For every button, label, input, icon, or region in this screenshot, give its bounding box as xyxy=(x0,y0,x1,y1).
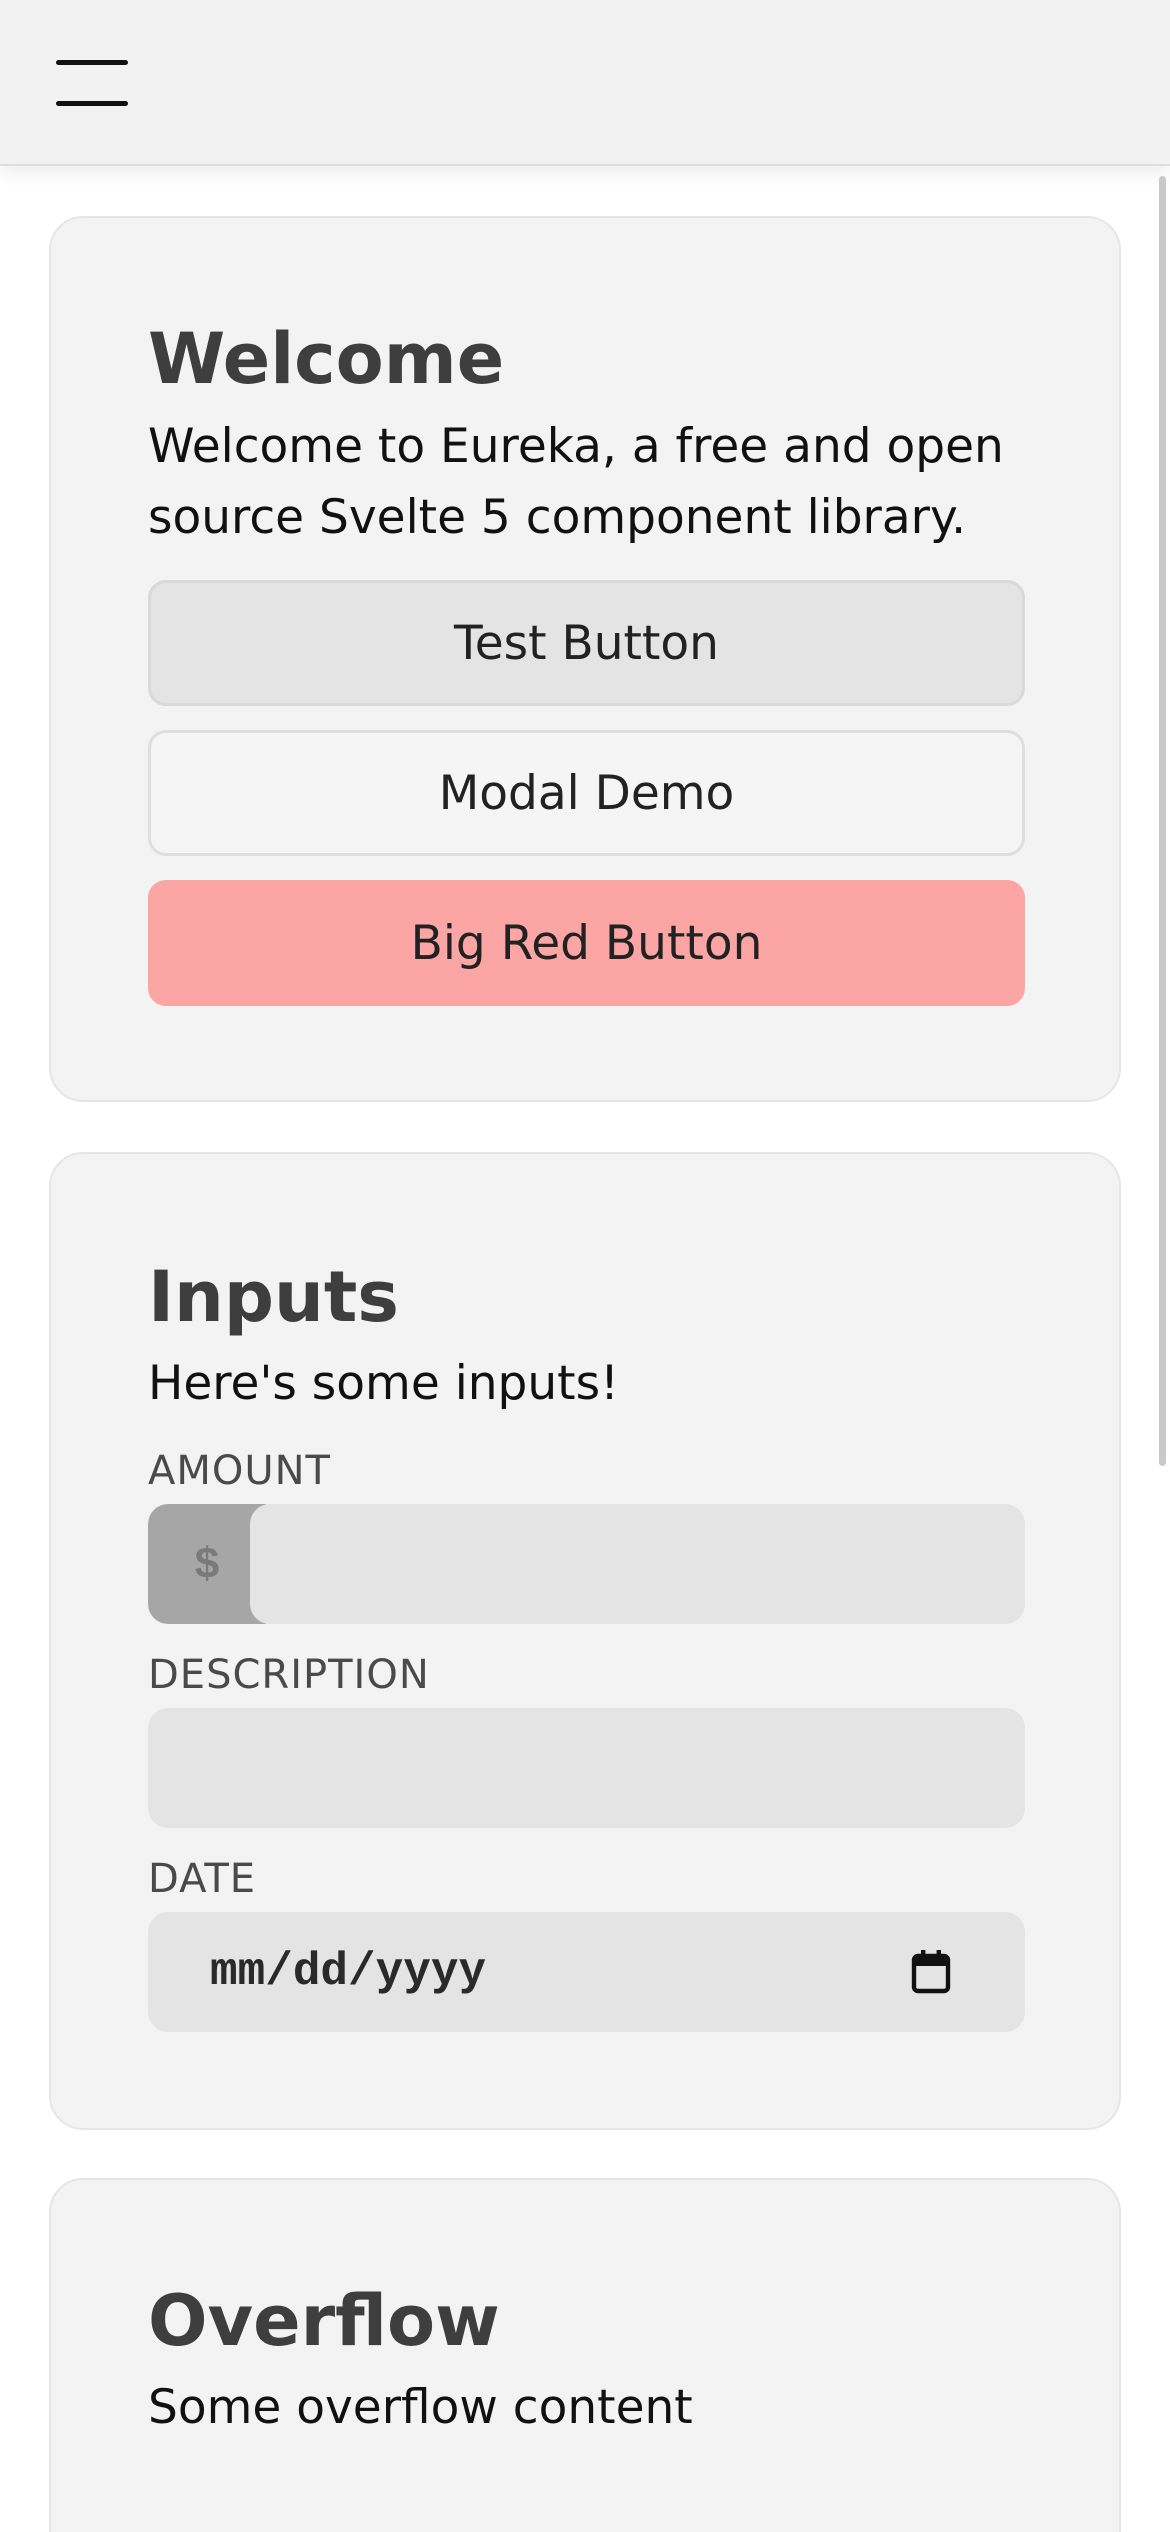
date-placeholder: mm/dd/yyyy xyxy=(210,1946,487,1998)
description-input[interactable] xyxy=(148,1708,1025,1828)
currency-prefix: $ xyxy=(148,1504,266,1624)
date-input[interactable]: mm/dd/yyyy xyxy=(148,1912,1025,2032)
inputs-description: Here's some inputs! xyxy=(148,1356,619,1411)
scrollbar[interactable] xyxy=(1159,176,1166,1466)
top-app-bar xyxy=(0,0,1170,166)
description-label: DESCRIPTION xyxy=(148,1652,430,1698)
modal-demo-button[interactable]: Modal Demo xyxy=(148,730,1025,856)
welcome-title: Welcome xyxy=(148,318,505,400)
amount-field: $ xyxy=(148,1504,1025,1624)
welcome-description: Welcome to Eureka, a free and open sourc… xyxy=(148,419,1004,545)
amount-input[interactable] xyxy=(250,1504,1025,1624)
menu-line xyxy=(56,101,128,106)
date-label: DATE xyxy=(148,1856,257,1902)
overflow-card: Overflow Some overflow content xyxy=(49,2178,1121,2532)
test-button[interactable]: Test Button xyxy=(148,580,1025,706)
welcome-card: Welcome Welcome to Eureka, a free and op… xyxy=(49,216,1121,1102)
overflow-title: Overflow xyxy=(148,2280,500,2362)
calendar-icon[interactable] xyxy=(911,1948,951,1994)
inputs-title: Inputs xyxy=(148,1256,399,1338)
description-field xyxy=(148,1708,1025,1828)
inputs-card: Inputs Here's some inputs! AMOUNT $ DESC… xyxy=(49,1152,1121,2130)
menu-line xyxy=(56,60,128,65)
overflow-description: Some overflow content xyxy=(148,2380,693,2435)
hamburger-menu-icon[interactable] xyxy=(56,60,132,106)
big-red-button[interactable]: Big Red Button xyxy=(148,880,1025,1006)
amount-label: AMOUNT xyxy=(148,1448,331,1494)
